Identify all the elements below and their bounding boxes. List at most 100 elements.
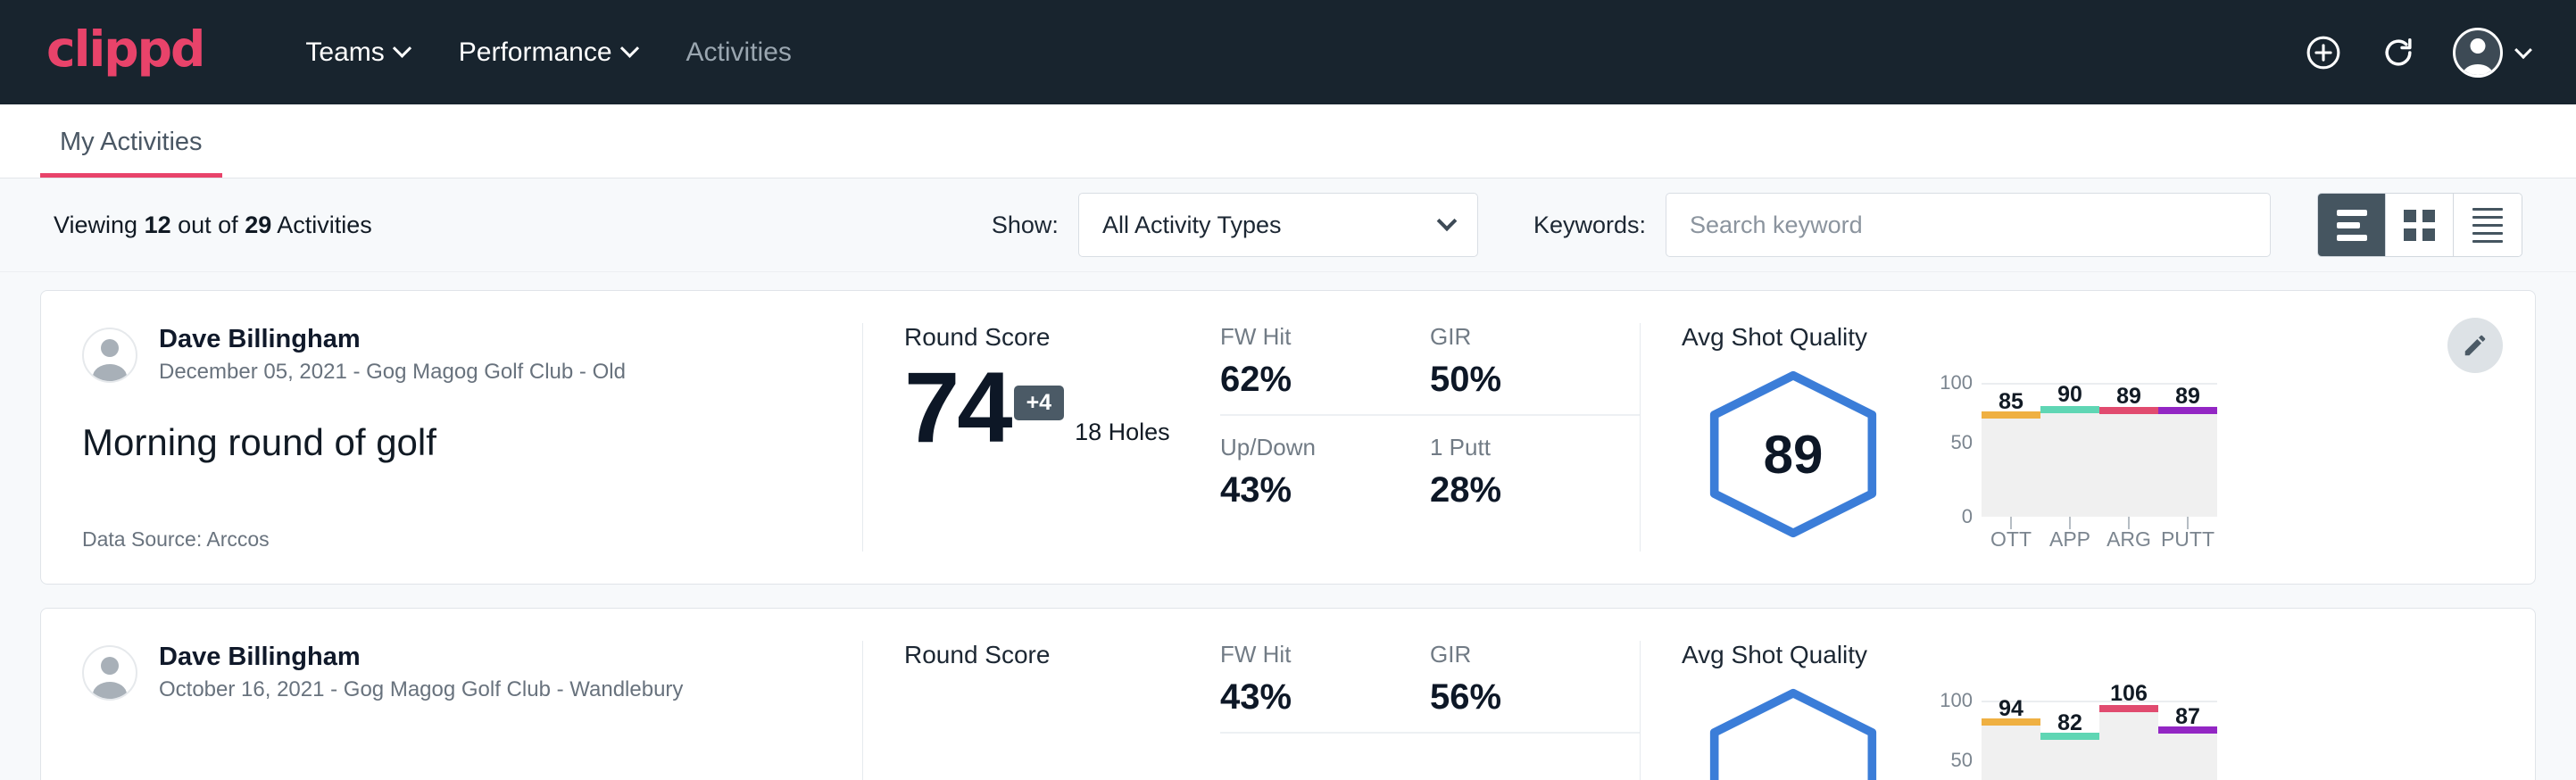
y-tick-label: 0 [1962, 505, 1973, 528]
stat-gir: GIR 50% [1430, 323, 1640, 416]
avg-shot-quality-body: 89 100 50 0 [1682, 357, 2494, 552]
round-score-label: Round Score [904, 323, 1220, 352]
tick [2158, 517, 2217, 529]
chart-x-ticks [1982, 517, 2217, 529]
bar-arg[interactable]: 89 [2099, 383, 2158, 517]
refresh-icon[interactable] [2378, 32, 2419, 73]
viewing-prefix: Viewing [54, 212, 145, 238]
round-score-section: Round Score 74 +4 18 Holes [863, 323, 1220, 552]
account-avatar[interactable] [2453, 28, 2530, 78]
bar-putt[interactable]: 87 [2158, 701, 2217, 780]
stat-label: GIR [1430, 323, 1618, 351]
chevron-down-icon [393, 39, 411, 58]
avatar [82, 645, 137, 701]
avg-shot-quality-body: 100 50 0 94 [1682, 675, 2494, 780]
stat-value: 62% [1220, 360, 1408, 400]
edit-activity-button[interactable] [2447, 318, 2503, 373]
avatar-body [93, 364, 127, 383]
bar-app[interactable]: 82 [2040, 701, 2099, 780]
search-input[interactable]: Search keyword [1666, 193, 2271, 257]
tick [2040, 517, 2099, 529]
chart-bars: 94 82 [1982, 701, 2217, 780]
player-name: Dave Billingham [159, 641, 683, 673]
activity-list: Dave Billingham December 05, 2021 - Gog … [0, 272, 2576, 780]
activity-title: Morning round of golf [82, 421, 821, 464]
avg-shot-quality-label: Avg Shot Quality [1682, 641, 2494, 669]
stat-gir: GIR 56% [1430, 641, 1640, 734]
bar-value: 89 [2099, 384, 2158, 410]
y-tick-label: 100 [1940, 371, 1973, 394]
compact-view-icon[interactable] [2454, 194, 2522, 256]
bar-app[interactable]: 90 [2040, 383, 2099, 517]
avatar-body [2463, 64, 2493, 78]
nav-item-performance-label: Performance [459, 37, 612, 68]
filter-controls: Show: All Activity Types Keywords: Searc… [992, 193, 2522, 257]
avatar-head [101, 339, 119, 357]
bar-ott[interactable]: 94 [1982, 701, 2040, 780]
player-name: Dave Billingham [159, 323, 626, 355]
x-label-app: APP [2040, 527, 2099, 552]
x-label-putt: PUTT [2158, 527, 2217, 552]
grid-view-icon[interactable] [2386, 194, 2454, 256]
stat-value: 56% [1430, 677, 1618, 718]
bar-cap [2158, 726, 2217, 734]
nav-item-activities[interactable]: Activities [661, 29, 817, 77]
round-score-value-row: 74 +4 18 Holes [904, 359, 1220, 457]
nav-item-activities-label: Activities [686, 37, 792, 68]
chart-y-axis: 100 50 0 [1932, 701, 1982, 780]
stat-value: 50% [1430, 360, 1618, 400]
chevron-down-icon [2514, 41, 2532, 59]
tick [2099, 517, 2158, 529]
y-tick-label: 100 [1940, 689, 1973, 712]
activity-card[interactable]: Dave Billingham December 05, 2021 - Gog … [40, 290, 2536, 585]
bar-arg[interactable]: 106 [2099, 701, 2158, 780]
stat-label: Up/Down [1220, 434, 1408, 461]
score-to-par-badge: +4 [1014, 386, 1065, 420]
list-view-icon[interactable] [2318, 194, 2386, 256]
bar-putt[interactable]: 89 [2158, 383, 2217, 517]
avatar [2453, 28, 2503, 78]
holes-played: 18 Holes [1075, 419, 1170, 457]
search-input-placeholder: Search keyword [1690, 212, 1863, 239]
chart-x-labels: OTT APP ARG PUTT [1982, 527, 2217, 552]
bar-cap [2158, 407, 2217, 414]
tab-my-activities[interactable]: My Activities [40, 128, 222, 178]
quality-hexagon: 89 [1682, 369, 1905, 540]
pencil-icon [2462, 332, 2489, 359]
x-label-arg: ARG [2099, 527, 2158, 552]
activity-card[interactable]: Dave Billingham October 16, 2021 - Gog M… [40, 608, 2536, 780]
stat-label: FW Hit [1220, 323, 1408, 351]
nav-item-teams[interactable]: Teams [280, 29, 433, 77]
bar-ott[interactable]: 85 [1982, 383, 2040, 517]
bar-cap [2099, 705, 2158, 712]
activity-type-select-value: All Activity Types [1102, 212, 1282, 239]
tab-strip: My Activities [0, 104, 2576, 178]
avatar [82, 328, 137, 383]
avatar-head [2471, 38, 2486, 54]
viewing-total: 29 [245, 212, 271, 238]
bar-cap [2040, 733, 2099, 740]
avg-shot-quality-section: Avg Shot Quality 100 50 0 [1641, 641, 2535, 780]
activity-player: Dave Billingham December 05, 2021 - Gog … [82, 323, 821, 387]
nav-actions [2303, 28, 2530, 78]
add-icon[interactable] [2303, 32, 2344, 73]
activity-type-select[interactable]: All Activity Types [1078, 193, 1478, 257]
viewing-count: 12 [145, 212, 171, 238]
activity-meta: December 05, 2021 - Gog Magog Golf Club … [159, 358, 626, 386]
bar-value: 106 [2099, 681, 2158, 707]
stat-label: GIR [1430, 641, 1618, 668]
shot-quality-bar-chart: 100 50 0 85 [1905, 358, 2476, 552]
bar-cap [1982, 718, 2040, 726]
view-mode-toggle [2317, 193, 2522, 257]
top-navigation-bar: clippd Teams Performance Activities [0, 0, 2576, 104]
shot-quality-bar-chart: 100 50 0 94 [1905, 676, 2476, 780]
round-score-value: 74 [904, 359, 1010, 457]
chart-bars: 85 90 [1982, 383, 2217, 517]
bar-cap [1982, 411, 2040, 419]
activity-summary: Dave Billingham October 16, 2021 - Gog M… [41, 641, 862, 780]
chevron-down-icon [1437, 211, 1458, 231]
x-label-ott: OTT [1982, 527, 2040, 552]
bar-value: 90 [2040, 382, 2099, 408]
clippd-logo[interactable]: clippd [46, 25, 204, 79]
nav-item-performance[interactable]: Performance [434, 29, 661, 77]
